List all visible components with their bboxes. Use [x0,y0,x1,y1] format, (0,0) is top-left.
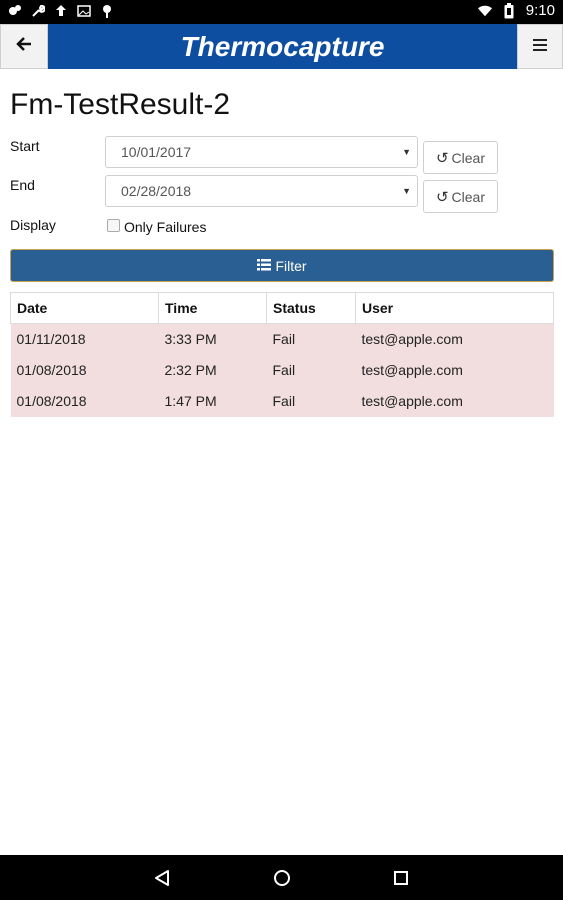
cell-user: test@apple.com [355,385,554,417]
clear-end-label: Clear [451,188,486,205]
table-header-row: Date Time Status User [10,292,554,324]
dropdown-caret-icon: ▼ [402,147,411,157]
back-button[interactable] [0,24,48,69]
table-row[interactable]: 01/08/2018 2:32 PM Fail test@apple.com [10,354,554,386]
cell-time: 3:33 PM [158,323,267,355]
status-bar: 9:10 [0,0,563,24]
app-header: Thermocapture [0,24,563,69]
start-label: Start [10,138,40,154]
end-date-value: 02/28/2018 [121,183,192,199]
only-failures-label[interactable]: Only Failures [124,219,206,235]
nav-back-icon[interactable] [151,867,173,889]
notification-icon [8,3,22,19]
display-label: Display [10,217,56,233]
end-date-select[interactable]: 02/28/2018 ▼ [105,175,418,207]
only-failures-checkbox[interactable] [107,219,120,232]
cell-status: Fail [266,385,356,417]
status-bar-notifications [8,3,114,19]
clear-start-button[interactable]: ↺ Clear [423,141,498,174]
location-icon [100,3,114,19]
navigation-bar [0,855,563,900]
cell-status: Fail [266,354,356,386]
app-title: Thermocapture [180,31,385,62]
filter-button[interactable]: Filter [10,249,554,282]
results-table: Date Time Status User 01/11/2018 3:33 PM… [10,292,554,417]
undo-icon: ↺ [435,149,449,167]
undo-icon: ↺ [435,188,449,206]
cell-date: 01/11/2018 [10,323,159,355]
clear-start-label: Clear [451,149,486,166]
cell-time: 1:47 PM [158,385,267,417]
column-header-status[interactable]: Status [266,292,356,324]
filter-label: Filter [275,257,307,274]
cell-user: test@apple.com [355,354,554,386]
battery-icon [502,2,516,19]
table-row[interactable]: 01/08/2018 1:47 PM Fail test@apple.com [10,385,554,417]
page-title: Fm-TestResult-2 [10,88,231,121]
cell-user: test@apple.com [355,323,554,355]
start-date-value: 10/01/2017 [121,144,192,160]
cell-status: Fail [266,323,356,355]
column-header-date[interactable]: Date [10,292,159,324]
dropdown-caret-icon: ▼ [402,186,411,196]
list-icon [257,258,272,274]
clock: 9:10 [525,2,555,19]
wrench-icon [31,3,45,19]
upload-icon [54,3,68,19]
nav-recents-icon[interactable] [390,867,412,889]
image-icon [77,3,91,19]
hamburger-icon [533,38,547,56]
cell-date: 01/08/2018 [10,354,159,386]
cell-date: 01/08/2018 [10,385,159,417]
nav-home-icon[interactable] [271,867,293,889]
status-bar-system: 9:10 [477,2,555,19]
table-row[interactable]: 01/11/2018 3:33 PM Fail test@apple.com [10,323,554,355]
end-label: End [10,177,35,193]
start-date-select[interactable]: 10/01/2017 ▼ [105,136,418,168]
arrow-left-icon [16,37,32,56]
menu-button[interactable] [517,24,563,69]
clear-end-button[interactable]: ↺ Clear [423,180,498,213]
wifi-icon [477,3,492,19]
column-header-user[interactable]: User [355,292,554,324]
cell-time: 2:32 PM [158,354,267,386]
column-header-time[interactable]: Time [158,292,267,324]
